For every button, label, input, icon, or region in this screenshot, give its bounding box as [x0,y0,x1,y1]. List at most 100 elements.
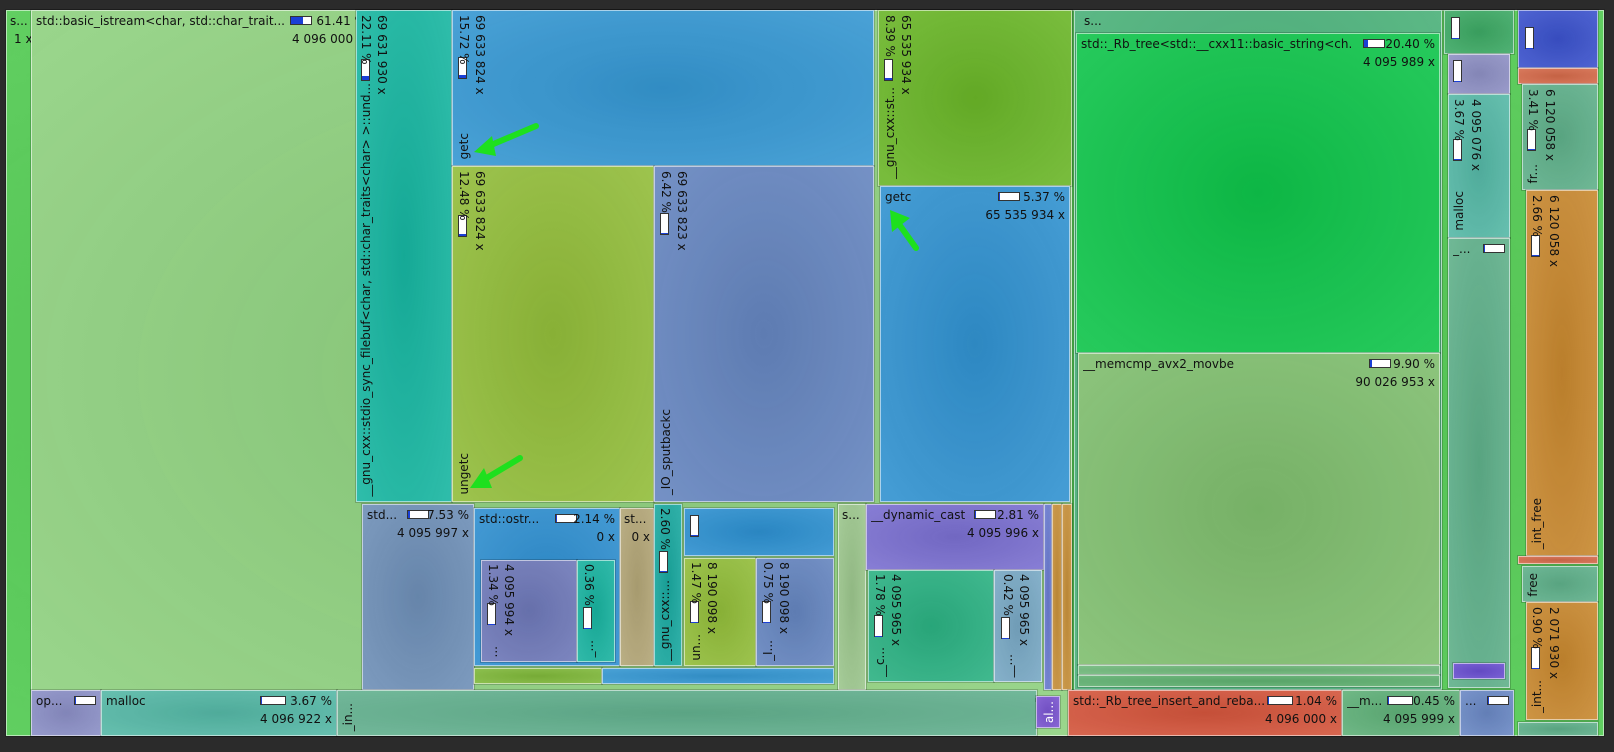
s036-block[interactable]: 0.36 % _... [576,559,616,663]
malloc2-name: malloc [1452,191,1466,231]
m-pct: 0.45 % [1413,694,1455,708]
filebuf-name: __gnu_cxx::stdio_sync_filebuf<char, std:… [359,83,373,497]
getc2-progress [998,192,1020,201]
gnu3-sub-block[interactable] [683,507,835,557]
col1-purple-progress [1453,60,1462,82]
gnu2-progress [884,59,893,81]
s036-progress [583,607,592,629]
malloc2-block[interactable]: 3.67 % 4 095 076 x malloc [1447,93,1511,239]
col1-top[interactable] [1443,9,1515,55]
getc1-pct: 15.72 % [457,15,471,65]
filebuf-count: 69 631 930 x [375,15,389,95]
c-count: 4 095 965 x [889,574,903,646]
sputback-block[interactable]: 6.42 % 69 633 823 x _IO_sputbackc [653,165,875,503]
std1-progress [407,510,429,519]
us-name: _... [1453,242,1471,256]
c-progress [874,615,883,637]
col1-purple[interactable] [1447,53,1511,95]
memcmp-count: 90 026 953 x [1355,375,1435,389]
io-block[interactable]: 0.75 % 8 190 098 x _I... [755,557,835,667]
m-progress [1387,696,1413,705]
intfree-name: _int_free [1530,497,1544,549]
col2-red2[interactable] [1517,555,1599,565]
fr-pct: 3.41 % [1526,89,1540,131]
intfree-progress [1531,235,1540,257]
gnu3-block[interactable]: 2.60 % __gnu_cxx::... [653,503,683,667]
strip-blue[interactable] [601,667,835,685]
us-block[interactable]: _... [1447,237,1511,689]
s-mid-name: s... [842,508,860,522]
m-count: 4 095 999 x [1383,712,1455,726]
intfree-count: 6 120 058 x [1547,195,1561,267]
un-block[interactable]: 1.47 % 8 190 098 x un... [683,557,757,667]
dyn-block[interactable]: __dynamic_cast 2.81 % 4 095 996 x [865,503,1045,571]
int090-block[interactable]: 0.90 % 2 071 930 x _int... [1525,601,1599,721]
un-pct: 1.47 % [689,562,703,604]
strip-green[interactable] [473,667,603,685]
free-name: free [1526,573,1540,597]
fr-count: 6 120 058 x [1543,89,1557,161]
s134-progress [487,603,496,625]
sputback-pct: 6.42 % [659,171,673,213]
malloc-name: malloc [106,694,146,708]
m-block[interactable]: __m... 0.45 % 4 095 999 x [1341,689,1461,737]
ungetc-count: 69 633 824 x [473,171,487,251]
dots-name: ... [1465,694,1477,708]
un-count: 8 190 098 x [705,562,719,634]
malloc-progress [260,696,286,705]
std1-block[interactable]: std... 7.53 % 4 095 997 x [361,503,475,691]
rbins-name: std::_Rb_tree_insert_and_reba... [1073,694,1266,708]
istream-count: 4 096 000 x [292,32,364,46]
getc2-name: getc [885,190,912,204]
malloc2-progress [1453,139,1462,161]
malloc2-pct: 3.67 % [1452,99,1466,141]
s036-pct: 0.36 % [582,564,596,606]
getc1-count: 69 633 824 x [473,15,487,95]
root-count: 1 x [14,32,33,46]
rb-block[interactable]: std::_Rb_tree<std::__cxx11::basic_string… [1075,32,1441,354]
dots-block[interactable]: ... [1459,689,1515,737]
malloc-pct: 3.67 % [290,694,332,708]
dyn-count: 4 095 996 x [967,526,1039,540]
rbins-block[interactable]: std::_Rb_tree_insert_and_reba... 1.04 % … [1067,689,1343,737]
us-sub[interactable] [1452,662,1506,680]
memcmp-block[interactable]: __memcmp_avx2_movbe 9.90 % 90 026 953 x [1077,352,1441,666]
col2-bottom[interactable] [1517,721,1599,737]
istream-name: std::basic_istream<char, std::char_trait… [36,14,285,28]
s042-block[interactable]: 0.42 % 4 095 965 x __... [993,569,1043,683]
sputback-count: 69 633 823 x [675,171,689,251]
std1-pct: 7.53 % [427,508,469,522]
s134-pct: 1.34 % [486,564,500,606]
gnu2-block[interactable]: 8.39 % 65 535 934 x __gnu_cxx::st... [877,9,1073,187]
io-name: _I... [761,640,775,661]
s134-block[interactable]: 1.34 % 4 095 994 x ... [480,559,578,663]
stripe-a[interactable] [1043,503,1053,691]
gnu2-pct: 8.39 % [883,15,897,57]
col2-top[interactable] [1517,9,1599,69]
memcmp-strip2[interactable] [1077,674,1441,688]
s-right-name: s... [1084,14,1102,28]
un-name: un... [689,634,703,661]
op-block[interactable]: op... [30,689,102,737]
malloc-count: 4 096 922 x [260,712,332,726]
c-block[interactable]: 1.78 % 4 095 965 x __c... [867,569,995,683]
filebuf-block[interactable]: 22.11 % 69 631 930 x __gnu_cxx::stdio_sy… [355,9,453,503]
memcmp-strip[interactable] [1077,664,1441,676]
memcmp-name: __memcmp_avx2_movbe [1083,357,1234,371]
stripe-b[interactable] [1051,503,1063,691]
fr-block[interactable]: 3.41 % 6 120 058 x fr... [1521,83,1599,191]
gnu3-pct: 2.60 % [658,508,672,550]
istream-progress [290,16,312,25]
in-block[interactable]: _in... [336,689,1038,737]
arrow-ungetc-icon [470,455,523,488]
getc2-pct: 5.37 % [1023,190,1065,204]
ostr-name: std::ostr... [479,512,540,526]
st-block[interactable]: st... 0 x [619,507,655,667]
malloc-block[interactable]: malloc 3.67 % 4 096 922 x [100,689,338,737]
intfree-block[interactable]: 2.66 % 6 120 058 x _int_free [1525,189,1599,557]
s-mid-block[interactable]: s... [837,503,867,691]
stripe-c[interactable] [1061,503,1073,691]
free-block[interactable]: free [1521,565,1599,603]
al-block[interactable]: al... [1035,695,1061,729]
col2-red[interactable] [1517,67,1599,85]
